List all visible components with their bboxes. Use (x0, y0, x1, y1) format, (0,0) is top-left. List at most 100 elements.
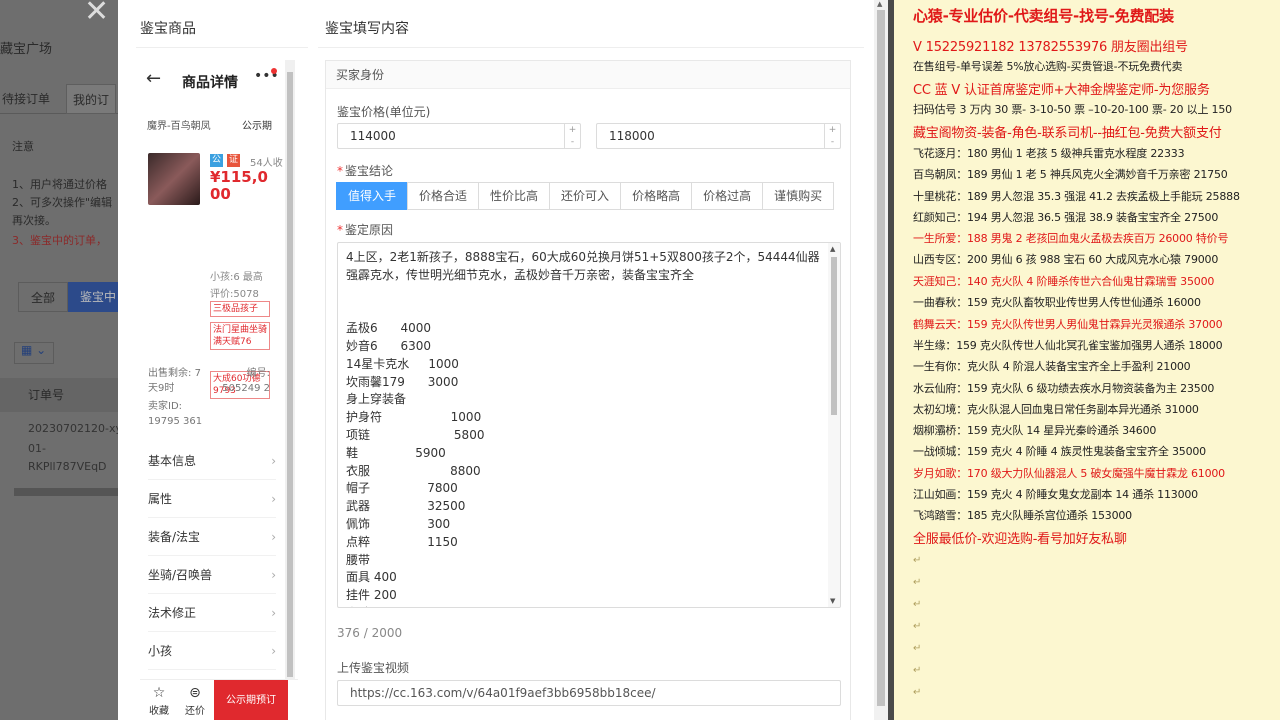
note-line: 十里桃花：189 男人忽混 35.3 强混 41.2 去疾孟极上手能玩 2588… (913, 190, 1240, 203)
order-cell-2: 01- (28, 442, 46, 455)
menu-kids[interactable]: 小孩 › (148, 632, 276, 670)
preorder-button[interactable]: 公示期预订 (214, 680, 288, 720)
star-icon: ☆ (152, 685, 166, 701)
note-line: 江山如画：159 克火 4 阶睡女鬼女龙副本 14 通杀 113000 (913, 488, 1198, 501)
reason-label: * 鉴定原因 (337, 223, 394, 237)
stepper-icon[interactable]: + - (824, 124, 840, 148)
bg-note-1: 1、用户将通过价格 (12, 178, 107, 191)
tag-mount: 法门星曲坐骑满天赋76 (210, 322, 270, 350)
bg-note-2: 2、可多次操作"编辑 (12, 196, 113, 209)
server-name: 魔界-百鸟朝凤 (147, 121, 211, 132)
textarea-scrollbar[interactable]: ▲ ▼ (828, 243, 840, 607)
reason-textarea[interactable]: 4上区，2老1新孩子，8888宝石，60大成60兑换月饼51+5双800孩子2个… (337, 242, 841, 608)
order-cell-1: 20230702120-xy2 (28, 422, 118, 435)
note-line: 一生所爱：188 男鬼 2 老孩回血鬼火孟极去疾百万 26000 特价号 (913, 232, 1229, 245)
note-line: 全服最低价-欢迎选购-看号加好友私聊 (913, 532, 1127, 547)
bg-note-3: 再次接。 (12, 214, 56, 227)
paragraph-mark-icon: ↵ (913, 687, 922, 698)
paragraph-mark-icon: ↵ (913, 599, 922, 610)
menu-equipment[interactable]: 装备/法宝 › (148, 518, 276, 556)
note-line: 百鸟朝凤：189 男仙 1 老 5 神兵风克火全满妙音千万亲密 21750 (913, 168, 1228, 181)
scroll-up-icon[interactable]: ▲ (830, 245, 835, 253)
price-max-input[interactable]: 118000 + - (596, 123, 841, 149)
paragraph-mark-icon: ↵ (913, 665, 922, 676)
note-line: 飞花逐月：180 男仙 1 老孩 5 级神兵雷克水程度 22333 (913, 147, 1185, 160)
conclusion-good-value[interactable]: 性价比高 (478, 182, 551, 210)
tab-my-orders[interactable]: 我的订 (66, 84, 117, 114)
appraisal-modal: 鉴宝商品 鉴宝填写内容 ← 商品详情 ••• 魔界-百鸟朝凤 公示期 公 证 5… (118, 0, 888, 720)
menu-mounts[interactable]: 坐骑/召唤兽 › (148, 556, 276, 594)
bg-note-4: 3、鉴宝中的订单， (12, 234, 107, 247)
note-line: 一战倾城：159 克火 4 阶睡 4 族灵性鬼装备宝宝齐全 35000 (913, 445, 1206, 458)
filter-in-progress[interactable]: 鉴宝中 (68, 282, 118, 312)
item-number: 编号: 505249 2 (222, 368, 270, 394)
conclusion-slightly-high[interactable]: 价格略高 (620, 182, 693, 210)
conclusion-too-high[interactable]: 价格过高 (691, 182, 764, 210)
note-line: 鹤舞云天：159 克火队传世男人男仙鬼甘霖异光灵猴通杀 37000 (913, 318, 1223, 331)
certified-badge: 证 (227, 154, 240, 167)
bargain-icon: ⊜ (189, 685, 201, 701)
bargain-button[interactable]: ⊜ 还价 (180, 684, 210, 717)
public-period-label: 公示期 (242, 121, 272, 132)
conclusion-worth-buying[interactable]: 值得入手 (336, 182, 409, 210)
horizontal-scrollbar[interactable] (14, 488, 118, 496)
menu-attributes[interactable]: 属性 › (148, 480, 276, 518)
menu-spell-fix[interactable]: 法术修正 › (148, 594, 276, 632)
scroll-thumb[interactable] (877, 10, 885, 706)
product-detail-title: 商品详情 (182, 75, 238, 91)
kids-info: 小孩:6 最高 (210, 272, 263, 283)
appraisal-item-title: 鉴宝商品 (140, 21, 196, 37)
appraisal-form: 买家身份 鉴宝价格(单位元) 114000 + - 118000 + - * 鉴宝结论… (325, 60, 851, 720)
close-icon[interactable]: ✕ (84, 0, 109, 29)
note-line: 红颜知己：194 男人忽混 36.5 强混 38.9 装备宝宝齐全 27500 (913, 211, 1219, 224)
paragraph-mark-icon: ↵ (913, 621, 922, 632)
chevron-right-icon: › (271, 492, 276, 506)
note-line: CC 蓝 V 认证首席鉴定师+大神金牌鉴定师-为您服务 (913, 83, 1210, 98)
paragraph-mark-icon: ↵ (913, 643, 922, 654)
note-line: 一生有你：克火队 4 阶混人装备宝宝齐全上手盈利 21000 (913, 360, 1191, 373)
filter-all[interactable]: 全部 (18, 282, 69, 312)
stepper-icon[interactable]: + - (564, 124, 580, 148)
note-line: 一曲春秋：159 克火队畜牧职业传世男人传世仙通杀 16000 (913, 296, 1201, 309)
price-min-input[interactable]: 114000 + - (337, 123, 581, 149)
scroll-down-icon[interactable]: ▼ (830, 597, 835, 605)
video-url-input[interactable]: https://cc.163.com/v/64a01f9aef3bb6958bb… (337, 680, 841, 706)
bg-note-title: 注意 (12, 140, 34, 153)
conclusion-bargain-ok[interactable]: 还价可入 (549, 182, 622, 210)
product-price: ¥115,000 (210, 168, 268, 203)
preview-scrollbar[interactable] (285, 60, 295, 680)
conclusion-cautious[interactable]: 谨慎购买 (762, 182, 835, 210)
note-line: 藏宝阁物资-装备-角色-联系司机--抽红包-免费大额支付 (913, 126, 1222, 141)
menu-basic-info[interactable]: 基本信息 › (148, 442, 276, 480)
note-line: 岁月如歌：170 级大力队仙器混人 5 破女魔强牛魔甘霖龙 61000 (913, 467, 1225, 480)
remaining-time-label: 出售剩余: 7天9时 (148, 368, 201, 394)
note-line: 天涯知己：140 克火队 4 阶睡杀传世六合仙鬼甘霖瑞雪 35000 (913, 275, 1215, 288)
divider (136, 47, 308, 48)
tab-pending-orders[interactable]: 待接订单 (2, 90, 50, 107)
seller-id: 卖家ID: 19795 361 (148, 401, 203, 427)
public-badge: 公 (210, 154, 223, 167)
buyer-identity-section: 买家身份 (326, 61, 850, 89)
bg-tabs: 待接订单 我的订 (0, 82, 118, 114)
bg-page-title: 藏宝广场 (0, 42, 53, 57)
conclusion-fair-price[interactable]: 价格合适 (407, 182, 480, 210)
order-cell-3: RKPll787VEqD (28, 460, 107, 473)
price-label: 鉴宝价格(单位元) (337, 105, 431, 119)
order-number-header: 订单号 (0, 378, 118, 412)
favorites-count: 54人收 (250, 158, 283, 169)
char-count: 376 / 2000 (337, 626, 403, 640)
note-line: 心猿-专业估价-代卖组号-找号-免费配装 (913, 7, 1174, 25)
chevron-right-icon: › (271, 568, 276, 582)
back-arrow-icon[interactable]: ← (146, 68, 161, 89)
scroll-thumb[interactable] (287, 72, 293, 677)
note-line: 水云仙府：159 克火队 6 级功绩去疾水月物资装备为主 23500 (913, 382, 1215, 395)
reason-text[interactable]: 4上区，2老1新孩子，8888宝石，60大成60兑换月饼51+5双800孩子2个… (346, 249, 824, 607)
grid-view-icon[interactable]: ▦ ⌄ (14, 342, 54, 364)
favorite-button[interactable]: ☆ 收藏 (144, 684, 174, 717)
chevron-right-icon: › (271, 530, 276, 544)
scroll-thumb[interactable] (831, 257, 837, 415)
scroll-up-icon[interactable]: ▲ (877, 0, 882, 8)
modal-scrollbar[interactable]: ▲ (874, 0, 888, 720)
paragraph-mark-icon: ↵ (913, 577, 922, 588)
tag-kids: 三极品孩子 (210, 301, 270, 317)
